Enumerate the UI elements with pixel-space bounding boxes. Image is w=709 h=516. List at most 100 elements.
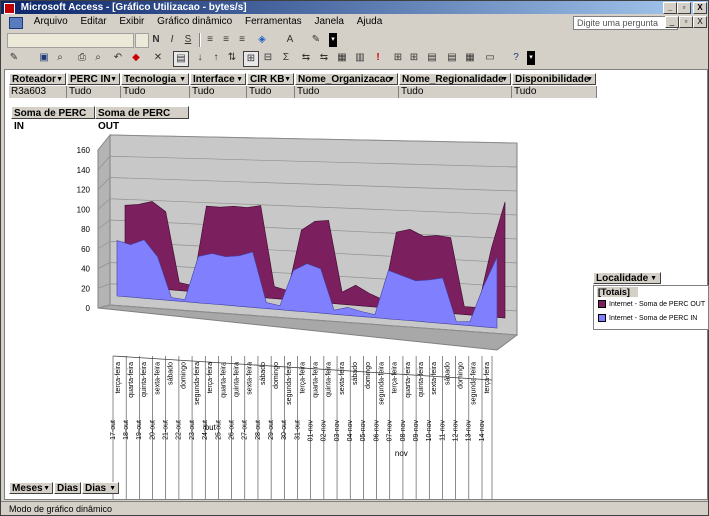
x-tick-date-label: 06-nov — [373, 420, 380, 442]
chart-wizard-icon[interactable]: ◆ — [129, 51, 143, 65]
undo-icon[interactable]: ↶ — [111, 51, 125, 65]
formatting-toolbar: N I S ≡ ≡ ≡ ◈ A ✎ ▾ — [3, 31, 706, 49]
maximize-button[interactable]: ▫ — [677, 2, 691, 14]
help-icon[interactable]: ? — [509, 51, 523, 65]
axis-field-dias[interactable]: Dias — [54, 482, 81, 494]
window-icon[interactable]: ▭ — [483, 51, 497, 65]
x-tick-day-label: terça-feira — [392, 362, 399, 394]
axis-field-label: Meses — [12, 483, 43, 494]
toolbar-options-icon-2[interactable]: ▾ — [527, 51, 535, 65]
menu-grafico-dinamico[interactable]: Gráfico dinâmico — [152, 14, 237, 30]
toolbar-options-icon[interactable]: ▾ — [329, 33, 337, 47]
search-icon[interactable]: ⌕ — [53, 51, 67, 65]
autofilter-icon[interactable]: ▤ — [173, 51, 189, 67]
x-tick-date-label: 01-nov — [308, 420, 315, 442]
x-tick-day-label: terça-feira — [115, 362, 122, 394]
refresh-icon[interactable]: ⊞ — [407, 51, 421, 65]
x-tick-date-label: 02-nov — [321, 420, 328, 442]
sort-ascending-icon[interactable]: ↓ — [193, 51, 207, 65]
doc-restore-button[interactable]: ▫ — [679, 16, 693, 28]
doc-close-button[interactable]: X — [693, 16, 707, 28]
minimize-button[interactable]: _ — [663, 2, 677, 14]
move-icon-2[interactable]: ⇆ — [317, 51, 331, 65]
chart-type-icon[interactable]: ▦ — [463, 51, 477, 65]
x-tick-day-label: terça-feira — [484, 362, 491, 394]
menu-ferramentas[interactable]: Ferramentas — [240, 14, 307, 30]
title-bar: Microsoft Access - [Gráfico Utilizacao -… — [1, 1, 708, 14]
document-icon[interactable] — [9, 17, 23, 29]
x-tick-day-label: quarta-feira — [128, 362, 135, 398]
legend-swatch — [598, 314, 606, 322]
italic-icon[interactable]: I — [165, 33, 179, 47]
font-color-icon[interactable]: A — [283, 33, 297, 47]
line-color-icon[interactable]: ✎ — [309, 33, 323, 47]
delete-icon[interactable]: ✕ — [151, 51, 165, 65]
x-tick-date-label: 22-out — [176, 420, 183, 440]
axis-field-label: Dias — [85, 483, 107, 494]
sort-az-icon[interactable]: ⇅ — [225, 51, 239, 65]
x-tick-date-label: 31-out — [294, 420, 301, 440]
field-list-icon[interactable]: ▦ — [335, 51, 349, 65]
align-right-icon[interactable]: ≡ — [235, 33, 249, 47]
collapse-icon[interactable]: ⊟ — [261, 51, 275, 65]
axis-field-meses[interactable]: Meses ▼ — [9, 482, 53, 494]
app-window: Microsoft Access - [Gráfico Utilizacao -… — [0, 0, 709, 516]
y-tick-label: 60 — [81, 245, 90, 254]
x-tick-date-label: 12-nov — [452, 420, 459, 442]
doc-minimize-button[interactable]: _ — [665, 16, 679, 28]
menu-ajuda[interactable]: Ajuda — [352, 14, 388, 30]
x-month-label: out — [205, 423, 217, 432]
x-tick-day-label: sexta-feira — [247, 362, 254, 395]
align-center-icon[interactable]: ≡ — [219, 33, 233, 47]
menu-exibir[interactable]: Exibir — [114, 14, 149, 30]
print-preview-icon[interactable]: ⌕ — [91, 51, 105, 65]
legend-icon[interactable]: ▤ — [425, 51, 439, 65]
x-tick-date-label: 18-out — [123, 420, 130, 440]
layout-icon[interactable]: ▥ — [353, 51, 367, 65]
x-tick-day-label: domingo — [181, 362, 188, 389]
y-tick-label: 80 — [81, 225, 90, 234]
menu-arquivo[interactable]: Arquivo — [29, 14, 73, 30]
pivot-chart[interactable]: Roteador ▼ PERC IN ▼ Tecnologia ▼ Interface… — [4, 69, 709, 500]
x-tick-day-label: domingo — [365, 362, 372, 389]
alert-icon[interactable]: ! — [371, 51, 385, 65]
view-icon[interactable]: ✎ — [7, 51, 21, 65]
x-tick-date-label: 30-out — [281, 420, 288, 440]
align-left-icon[interactable]: ≡ — [203, 33, 217, 47]
x-tick-day-label: quarta-feira — [220, 362, 227, 398]
print-icon[interactable]: ⎙ — [75, 51, 89, 65]
properties-icon[interactable]: ▤ — [445, 51, 459, 65]
x-tick-day-label: segunda-feira — [378, 362, 385, 405]
close-button[interactable]: X — [693, 2, 707, 14]
sum-icon[interactable]: Σ — [279, 51, 293, 65]
save-icon[interactable]: ▣ — [37, 51, 51, 65]
y-tick-label: 140 — [77, 166, 91, 175]
font-size-combo[interactable] — [135, 33, 149, 48]
x-tick-date-label: 19-out — [136, 420, 143, 440]
sort-descending-icon[interactable]: ↑ — [209, 51, 223, 65]
legend-total: [Totais] — [597, 287, 638, 297]
menu-janela[interactable]: Janela — [309, 14, 348, 30]
legend-localidade-button[interactable]: Localidade ▼ — [593, 272, 661, 284]
x-tick-day-label: sexta-feira — [339, 362, 346, 395]
help-search-input[interactable]: Digite uma pergunta — [573, 16, 678, 30]
legend-header-label: Localidade — [596, 273, 649, 284]
move-icon[interactable]: ⇆ — [299, 51, 313, 65]
x-tick-day-label: segunda-feira — [471, 362, 478, 405]
menu-editar[interactable]: Editar — [75, 14, 111, 30]
x-tick-date-label: 11-nov — [439, 420, 446, 441]
x-tick-day-label: terça-feira — [299, 362, 306, 394]
object-combo[interactable] — [7, 33, 134, 48]
legend-item-perc-out: Internet - Soma de PERC OUT — [598, 300, 705, 309]
y-tick-label: 0 — [86, 304, 91, 313]
show-top-icon[interactable]: ⊞ — [243, 51, 259, 67]
axis-field-dias-2[interactable]: Dias ▼ — [82, 482, 119, 494]
bold-icon[interactable]: N — [149, 33, 163, 47]
x-tick-day-label: sexta-feira — [154, 362, 161, 395]
x-tick-day-label: sábado — [444, 362, 451, 385]
x-tick-day-label: quinta-feira — [141, 362, 148, 397]
underline-icon[interactable]: S — [181, 33, 195, 47]
dropdown-arrow-icon: ▼ — [650, 275, 657, 282]
fill-color-icon[interactable]: ◈ — [255, 33, 269, 47]
expand-icon[interactable]: ⊞ — [391, 51, 405, 65]
